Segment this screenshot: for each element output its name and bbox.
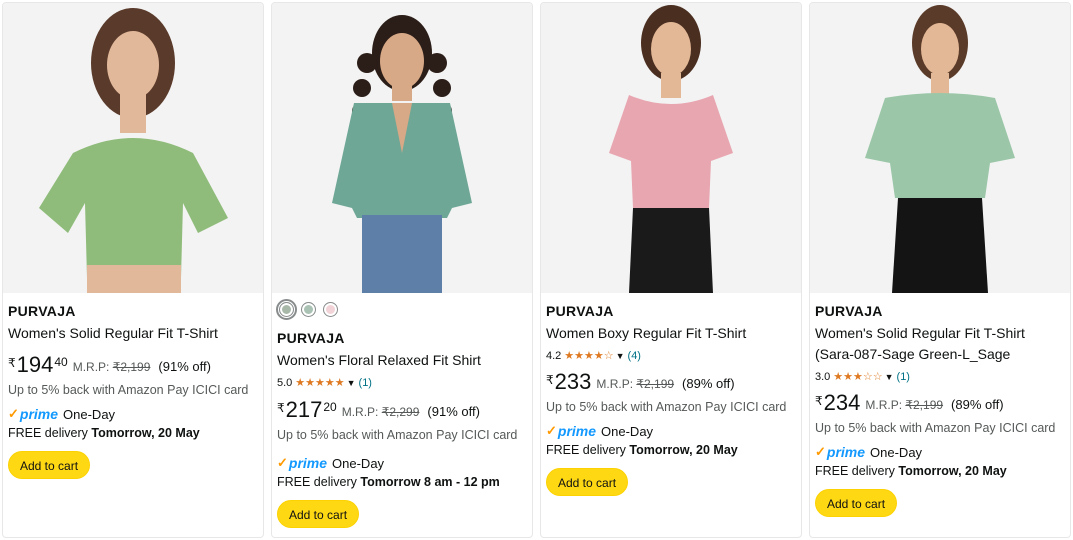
price-fraction: 20 <box>323 400 337 414</box>
delivery-date: Tomorrow, 20 May <box>91 426 200 440</box>
rating: 5.0 ★★★★★ ▼ (1) <box>277 376 526 390</box>
product-grid: PURVAJA Women's Solid Regular Fit T-Shir… <box>0 0 1073 540</box>
product-card: PURVAJA Women's Solid Regular Fit T-Shir… <box>809 2 1071 538</box>
delivery-date: Tomorrow, 20 May <box>898 464 1007 478</box>
cashback-offer: Up to 5% back with Amazon Pay ICICI card <box>277 428 518 442</box>
price: ₹ 217 20 M.R.P: ₹2,299 (91% off) <box>277 398 526 424</box>
prime-badge: ✓ prime One-Day <box>8 406 257 422</box>
stars-icon[interactable]: ★★★★☆ <box>564 349 613 363</box>
product-card: PURVAJA Women's Floral Relaxed Fit Shirt… <box>271 2 533 538</box>
delivery-speed: One-Day <box>63 406 116 422</box>
delivery-date: Tomorrow, 20 May <box>629 443 738 457</box>
add-to-cart-button[interactable]: Add to cart <box>277 500 360 528</box>
rating-count[interactable]: (1) <box>359 376 372 390</box>
currency-symbol: ₹ <box>277 401 285 415</box>
mrp: M.R.P: ₹2,199 <box>865 398 943 412</box>
product-title[interactable]: Women's Solid Regular Fit T-Shirt <box>8 323 257 344</box>
chevron-down-icon[interactable]: ▼ <box>347 376 356 390</box>
product-image[interactable] <box>272 3 532 293</box>
mrp: M.R.P: ₹2,299 <box>342 405 420 419</box>
add-to-cart-button[interactable]: Add to cart <box>8 451 91 479</box>
mrp-label: M.R.P: <box>865 398 903 412</box>
check-icon: ✓ <box>8 406 19 421</box>
prime-badge: ✓ prime One-Day <box>277 455 526 471</box>
price-whole: 194 <box>16 352 54 377</box>
product-card: PURVAJA Women Boxy Regular Fit T-Shirt 4… <box>540 2 802 538</box>
mrp-value: ₹2,299 <box>381 405 420 419</box>
rating-count[interactable]: (1) <box>897 370 910 384</box>
add-to-cart-button[interactable]: Add to cart <box>815 489 898 517</box>
mrp-value: ₹2,199 <box>636 377 675 391</box>
brand-name: PURVAJA <box>277 330 345 346</box>
add-to-cart-button[interactable]: Add to cart <box>546 468 629 496</box>
stars-icon[interactable]: ★★★☆☆ <box>833 370 882 384</box>
mrp: M.R.P: ₹2,199 <box>596 377 674 391</box>
product-title[interactable]: Women's Solid Regular Fit T-Shirt (Sara-… <box>815 323 1064 365</box>
color-swatch[interactable] <box>323 302 338 317</box>
mrp-value: ₹2,199 <box>905 398 944 412</box>
cashback-offer: Up to 5% back with Amazon Pay ICICI card <box>546 400 787 414</box>
delivery-info: FREE delivery Tomorrow 8 am - 12 pm <box>277 475 500 489</box>
chevron-down-icon[interactable]: ▼ <box>616 349 625 363</box>
prime-badge: ✓ prime One-Day <box>546 423 795 439</box>
product-card: PURVAJA Women's Solid Regular Fit T-Shir… <box>2 2 264 538</box>
currency-symbol: ₹ <box>8 356 16 370</box>
mrp-label: M.R.P: <box>72 360 110 374</box>
rating-count[interactable]: (4) <box>628 349 641 363</box>
rating-value: 3.0 <box>815 371 831 383</box>
delivery-date: Tomorrow 8 am - 12 pm <box>360 475 500 489</box>
color-swatch[interactable] <box>276 299 297 320</box>
currency-symbol: ₹ <box>546 373 554 387</box>
product-image[interactable] <box>541 3 801 293</box>
price: ₹ 194 40 M.R.P: ₹2,199 (91% off) <box>8 353 257 379</box>
product-image[interactable] <box>3 3 263 293</box>
delivery-speed: One-Day <box>332 455 385 471</box>
price-whole: 233 <box>554 369 592 394</box>
discount: (91% off) <box>158 359 211 374</box>
stars-icon[interactable]: ★★★★★ <box>295 376 344 390</box>
delivery-info: FREE delivery Tomorrow, 20 May <box>8 426 200 440</box>
price-whole: 234 <box>823 390 861 415</box>
color-swatch[interactable] <box>301 302 316 317</box>
rating: 4.2 ★★★★☆ ▼ (4) <box>546 349 795 363</box>
check-icon: ✓ <box>277 455 288 470</box>
color-swatches <box>276 299 526 320</box>
delivery-info: FREE delivery Tomorrow, 20 May <box>546 443 738 457</box>
discount: (89% off) <box>951 397 1004 412</box>
brand-name: PURVAJA <box>546 303 614 319</box>
product-title[interactable]: Women Boxy Regular Fit T-Shirt <box>546 323 795 344</box>
mrp-value: ₹2,199 <box>112 360 151 374</box>
rating-value: 4.2 <box>546 350 562 362</box>
prime-badge: ✓ prime One-Day <box>815 444 1064 460</box>
cashback-offer: Up to 5% back with Amazon Pay ICICI card <box>8 383 249 397</box>
prime-logo: ✓ prime <box>8 406 59 422</box>
prime-logo: ✓ prime <box>546 423 597 439</box>
discount: (91% off) <box>427 404 480 419</box>
brand-name: PURVAJA <box>815 303 883 319</box>
check-icon: ✓ <box>815 444 826 459</box>
cashback-offer: Up to 5% back with Amazon Pay ICICI card <box>815 421 1056 435</box>
brand-name: PURVAJA <box>8 303 76 319</box>
mrp-label: M.R.P: <box>596 377 634 391</box>
mrp-label: M.R.P: <box>341 405 379 419</box>
mrp: M.R.P: ₹2,199 <box>73 360 151 374</box>
prime-logo: ✓ prime <box>815 444 866 460</box>
rating: 3.0 ★★★☆☆ ▼ (1) <box>815 370 1064 384</box>
price: ₹ 233 M.R.P: ₹2,199 (89% off) <box>546 370 795 396</box>
price-fraction: 40 <box>54 355 68 369</box>
delivery-info: FREE delivery Tomorrow, 20 May <box>815 464 1007 478</box>
price: ₹ 234 M.R.P: ₹2,199 (89% off) <box>815 391 1064 417</box>
check-icon: ✓ <box>546 423 557 438</box>
delivery-speed: One-Day <box>601 423 654 439</box>
product-image[interactable] <box>810 3 1070 293</box>
price-whole: 217 <box>285 397 323 422</box>
rating-value: 5.0 <box>277 377 293 389</box>
delivery-speed: One-Day <box>870 444 923 460</box>
discount: (89% off) <box>682 376 735 391</box>
chevron-down-icon[interactable]: ▼ <box>885 370 894 384</box>
product-title[interactable]: Women's Floral Relaxed Fit Shirt <box>277 350 526 371</box>
currency-symbol: ₹ <box>815 394 823 408</box>
prime-logo: ✓ prime <box>277 455 328 471</box>
